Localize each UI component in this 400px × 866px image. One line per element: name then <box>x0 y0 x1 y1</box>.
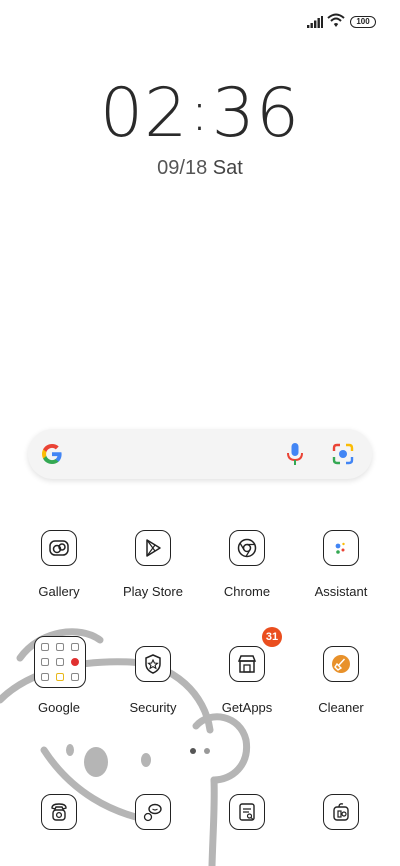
signal-icon <box>307 16 323 28</box>
google-folder-icon <box>34 636 86 688</box>
clock-minutes: 36 <box>211 74 301 153</box>
app-label: Security <box>129 700 177 715</box>
app-label: Gallery <box>38 584 80 599</box>
clock-hours: 02 <box>99 74 189 153</box>
date[interactable]: 09/18 Sat <box>0 154 400 182</box>
microphone-icon[interactable] <box>286 442 304 466</box>
status-bar: 100 <box>0 0 400 44</box>
play-store-icon <box>135 530 171 566</box>
notification-badge: 31 <box>262 627 282 647</box>
app-security[interactable]: Security <box>106 646 200 715</box>
google-lens-icon[interactable] <box>332 443 354 465</box>
security-icon <box>135 646 171 682</box>
dock-camera[interactable] <box>294 794 388 830</box>
getapps-icon <box>229 646 265 682</box>
battery-indicator: 100 <box>350 16 376 28</box>
camera-icon <box>323 794 359 830</box>
google-search-bar[interactable] <box>28 429 372 479</box>
app-label: Play Store <box>123 584 183 599</box>
app-label: Google <box>38 700 80 715</box>
chrome-icon <box>229 530 265 566</box>
date-value: 09/18 <box>157 157 208 179</box>
phone-icon <box>41 794 77 830</box>
notes-icon <box>229 794 265 830</box>
cleaner-icon <box>323 646 359 682</box>
dock-messages[interactable] <box>106 794 200 830</box>
app-label: Chrome <box>223 584 271 599</box>
page-dot-active <box>190 748 196 754</box>
app-label: Assistant <box>314 584 368 599</box>
dock-notes[interactable] <box>200 794 294 830</box>
app-gallery[interactable]: Gallery <box>12 530 106 599</box>
app-chrome[interactable]: Chrome <box>200 530 294 599</box>
app-label: Cleaner <box>318 700 364 715</box>
dock-phone[interactable] <box>12 794 106 830</box>
wifi-icon <box>327 13 345 27</box>
page-indicator[interactable] <box>186 748 216 756</box>
google-g-icon <box>42 444 62 464</box>
app-assistant[interactable]: Assistant <box>294 530 388 599</box>
clock[interactable]: 02:36 <box>0 74 400 158</box>
app-play-store[interactable]: Play Store <box>106 530 200 599</box>
page-dot <box>204 748 210 754</box>
messages-icon <box>135 794 171 830</box>
gallery-icon <box>41 530 77 566</box>
app-getapps[interactable]: GetApps <box>200 646 294 715</box>
assistant-icon <box>323 530 359 566</box>
clock-separator: : <box>190 80 210 143</box>
day-of-week: Sat <box>212 157 243 179</box>
app-label: GetApps <box>221 700 273 715</box>
app-cleaner[interactable]: Cleaner <box>294 646 388 715</box>
